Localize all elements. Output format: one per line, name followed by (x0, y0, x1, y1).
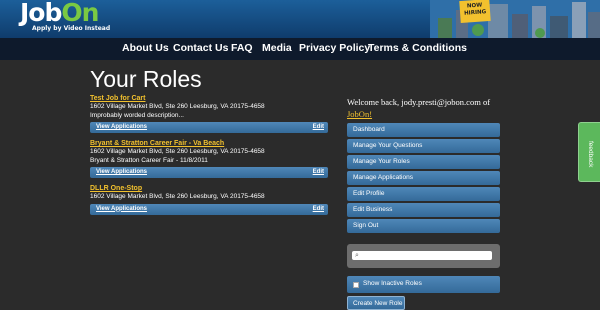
welcome-text: Welcome back, jody.presti@jobon.com of (347, 97, 491, 107)
role-actions-bar: View Applications Edit (90, 167, 328, 178)
menu-manage-applications[interactable]: Manage Applications (347, 171, 500, 185)
role-actions-bar: View Applications Edit (90, 203, 328, 215)
role-title-link[interactable]: Bryant & Stratton Career Fair - Va Beach (90, 139, 328, 148)
now-hiring-badge: NOW HIRING (459, 0, 491, 24)
search-input[interactable] (352, 251, 492, 260)
role-description: Improbably worded description... (90, 111, 184, 119)
role-description: Bryant & Stratton Career Fair - 11/8/201… (90, 156, 208, 164)
nav-media[interactable]: Media (262, 42, 292, 54)
city-illustration (430, 0, 600, 38)
jobon-logo[interactable]: JobOn Apply by Video Instead (20, 0, 110, 32)
role-address: 1602 Village Market Blvd, Ste 260 Leesbu… (90, 148, 265, 155)
menu-sign-out[interactable]: Sign Out (347, 219, 500, 233)
feedback-label: feedback (587, 141, 594, 168)
show-inactive-label: Show Inactive Roles (363, 280, 422, 287)
view-applications-link[interactable]: View Applications (96, 124, 147, 130)
nav-contact-us[interactable]: Contact Us (173, 42, 228, 54)
welcome-message: Welcome back, jody.presti@jobon.com of J… (347, 96, 517, 120)
show-inactive-roles-toggle[interactable]: Show Inactive Roles (347, 276, 500, 293)
role-address: 1602 Village Market Blvd, Ste 260 Leesbu… (90, 193, 265, 200)
view-applications-link[interactable]: View Applications (96, 169, 147, 175)
role-item: Bryant & Stratton Career Fair - Va Beach… (90, 139, 328, 178)
menu-dashboard[interactable]: Dashboard (347, 123, 500, 137)
feedback-tab[interactable]: feedback (578, 122, 600, 182)
company-link[interactable]: JobOn! (347, 109, 372, 119)
logo-tagline: Apply by Video Instead (32, 25, 111, 32)
main-nav: About Us Contact Us FAQ Media Privacy Po… (0, 38, 600, 60)
role-item: DLLR One-Stop 1602 Village Market Blvd, … (90, 184, 328, 215)
search-panel: ⌕ (347, 244, 500, 268)
nav-terms-conditions[interactable]: Terms & Conditions (368, 42, 467, 54)
logo-text-job: Job (20, 0, 62, 27)
nav-faq[interactable]: FAQ (231, 42, 253, 54)
site-header: JobOn Apply by Video Instead NOW HIRING (0, 0, 600, 38)
search-icon: ⌕ (355, 251, 359, 259)
role-title-link[interactable]: DLLR One-Stop (90, 184, 328, 193)
edit-role-link[interactable]: Edit (313, 206, 324, 212)
show-inactive-checkbox[interactable] (353, 282, 359, 288)
role-title-link[interactable]: Test Job for Cart (90, 94, 328, 103)
create-new-role-button[interactable]: Create New Role (347, 296, 405, 310)
page-title: Your Roles (90, 66, 202, 92)
edit-role-link[interactable]: Edit (313, 169, 324, 175)
role-actions-bar: View Applications Edit (90, 122, 328, 133)
menu-manage-questions[interactable]: Manage Your Questions (347, 139, 500, 153)
edit-role-link[interactable]: Edit (313, 124, 324, 130)
menu-manage-roles[interactable]: Manage Your Roles (347, 155, 500, 169)
role-address: 1602 Village Market Blvd, Ste 260 Leesbu… (90, 103, 265, 110)
menu-edit-business[interactable]: Edit Business (347, 203, 500, 217)
role-item: Test Job for Cart 1602 Village Market Bl… (90, 94, 328, 133)
menu-edit-profile[interactable]: Edit Profile (347, 187, 500, 201)
logo-text-on: On (61, 0, 99, 27)
nav-privacy-policy[interactable]: Privacy Policy (299, 42, 370, 54)
nav-about-us[interactable]: About Us (122, 42, 169, 54)
view-applications-link[interactable]: View Applications (96, 206, 147, 212)
